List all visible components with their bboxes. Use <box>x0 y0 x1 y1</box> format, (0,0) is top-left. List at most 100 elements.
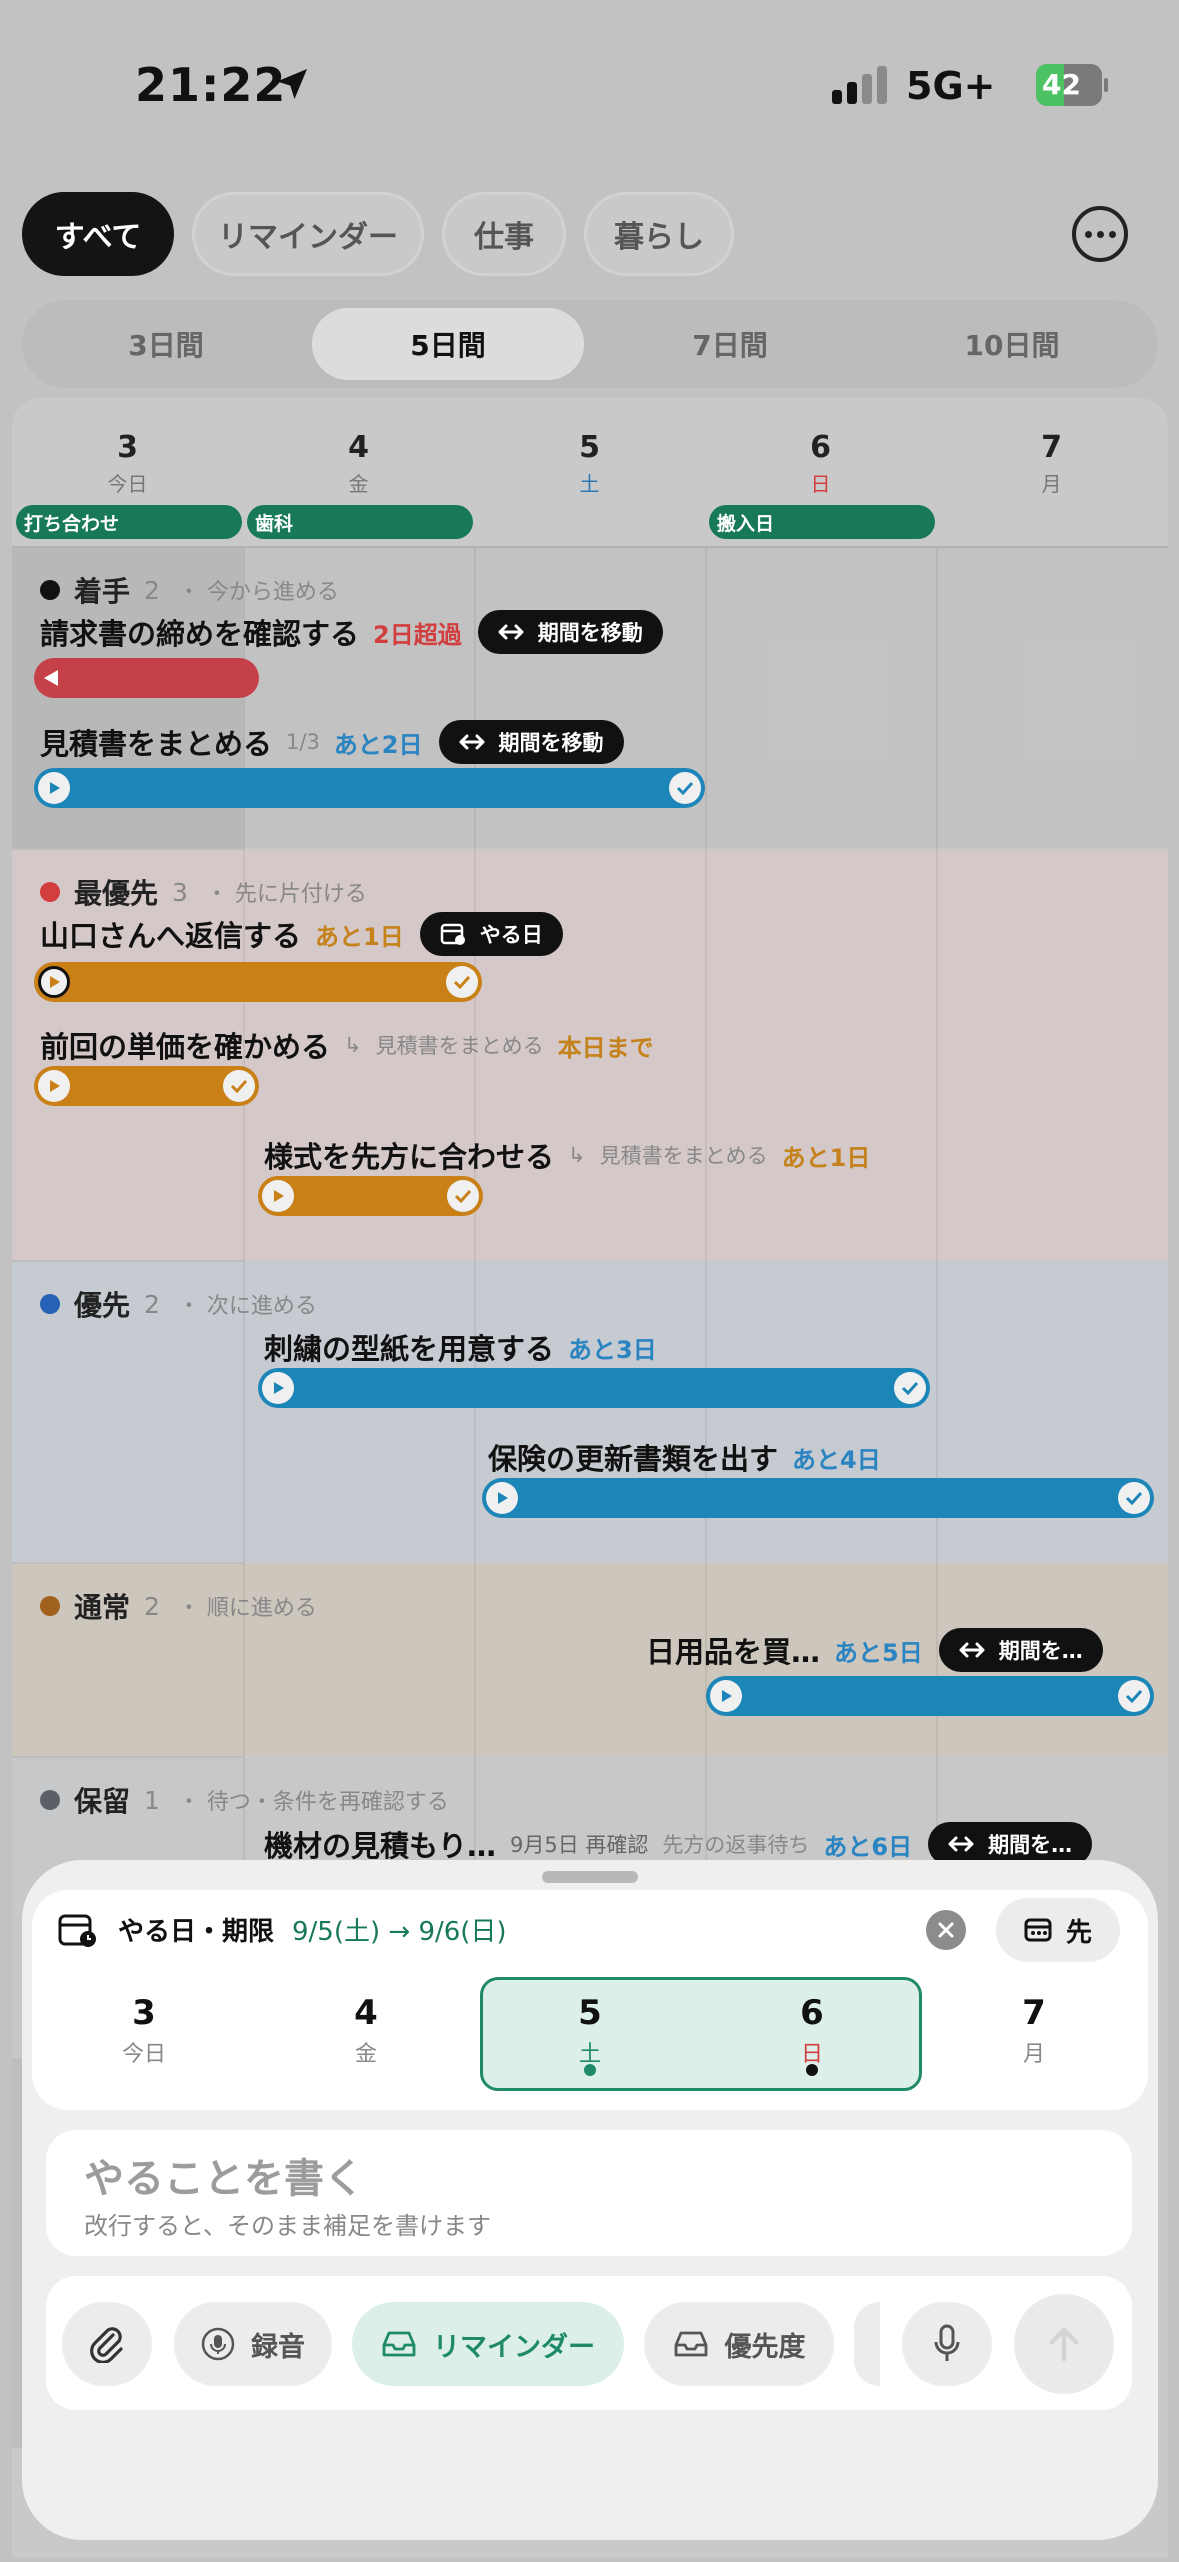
shift-later-button[interactable]: 先 <box>996 1898 1120 1962</box>
task-title: 請求書の締めを確認する <box>40 617 360 651</box>
pill-label: やる日 <box>479 923 543 947</box>
range-7days[interactable]: 7日間 <box>594 308 866 380</box>
task-bar[interactable] <box>258 1176 483 1216</box>
picker-day-num[interactable]: 6 <box>712 1993 912 2033</box>
section-dot <box>40 580 60 600</box>
sheet-handle[interactable] <box>542 1871 638 1883</box>
task-progress: 1/3 <box>286 730 320 754</box>
more-tools-edge[interactable] <box>854 2302 880 2386</box>
task-title: 前回の単価を確かめる <box>40 1030 331 1064</box>
event-chip[interactable]: 打ち合わせ <box>16 505 242 539</box>
section-dot <box>40 1596 60 1616</box>
day-header-num[interactable]: 3 <box>12 430 243 465</box>
subtask-arrow-icon: ↳ <box>344 1033 362 1057</box>
picker-day-num[interactable]: 7 <box>934 1993 1134 2033</box>
task-due: あと6日 <box>823 1832 913 1861</box>
check-icon[interactable] <box>223 1070 255 1102</box>
section-header-horyu: 保留 1 ・ 待つ・条件を再確認する <box>40 1780 449 1820</box>
task-due: あと1日 <box>781 1143 871 1172</box>
priority-label: 優先度 <box>724 2331 806 2363</box>
task-bar[interactable] <box>482 1478 1154 1518</box>
calendar-icon <box>1024 1918 1052 1942</box>
task-bar[interactable] <box>34 962 482 1002</box>
range-3days[interactable]: 3日間 <box>30 308 302 380</box>
range-10days[interactable]: 10日間 <box>876 308 1148 380</box>
swap-arrows-icon <box>959 1642 985 1658</box>
more-icon[interactable] <box>1072 206 1128 262</box>
task-bar[interactable] <box>34 768 705 808</box>
play-icon[interactable] <box>262 1372 294 1404</box>
section-desc: ・ 今から進める <box>177 580 339 605</box>
play-icon[interactable] <box>38 966 70 998</box>
play-icon[interactable] <box>38 1070 70 1102</box>
mic-icon[interactable] <box>902 2302 992 2386</box>
filter-reminder[interactable]: リマインダー <box>192 192 424 276</box>
day-header-num[interactable]: 6 <box>705 430 936 465</box>
day-header-num[interactable]: 4 <box>243 430 474 465</box>
task-bar[interactable] <box>258 1368 930 1408</box>
location-arrow-icon <box>277 69 307 99</box>
task-row[interactable]: 刺繍の型紙を用意する あと3日 <box>264 1326 657 1368</box>
task-row[interactable]: 日用品を買… あと5日 期間を… <box>646 1628 1103 1672</box>
task-note: 9月5日 再確認 <box>510 1833 649 1857</box>
reminder-button[interactable]: リマインダー <box>352 2302 624 2386</box>
check-icon[interactable] <box>894 1372 926 1404</box>
play-icon[interactable] <box>486 1482 518 1514</box>
task-row[interactable]: 保険の更新書類を出す あと4日 <box>488 1436 881 1478</box>
do-date-button[interactable]: やる日 <box>419 912 563 956</box>
filter-all[interactable]: すべて <box>22 192 174 276</box>
check-icon[interactable] <box>1118 1482 1150 1514</box>
section-header-chakushu: 着手 2 ・ 今から進める <box>40 570 339 610</box>
filter-life[interactable]: 暮らし <box>584 192 734 276</box>
event-chip[interactable]: 歯科 <box>247 505 473 539</box>
picker-day-num[interactable]: 4 <box>266 1993 466 2033</box>
record-button[interactable]: 録音 <box>174 2302 332 2386</box>
check-icon[interactable] <box>1118 1680 1150 1712</box>
task-due: あと2日 <box>333 730 423 759</box>
picker-day-sub: 月 <box>1022 2042 1045 2067</box>
section-desc: ・ 先に片付ける <box>205 882 367 907</box>
play-icon[interactable] <box>38 772 70 804</box>
section-count: 1 <box>144 1785 160 1815</box>
parent-task: 見積書をまとめる <box>599 1144 768 1168</box>
paperclip-icon[interactable] <box>62 2302 152 2386</box>
event-chip[interactable]: 搬入日 <box>709 505 935 539</box>
parent-task: 見積書をまとめる <box>375 1034 544 1058</box>
play-icon[interactable] <box>710 1680 742 1712</box>
task-row[interactable]: 山口さんへ返信する あと1日 やる日 <box>40 912 563 956</box>
task-due: 2日超過 <box>373 620 462 649</box>
record-label: 録音 <box>251 2331 305 2363</box>
pill-label: 期間を移動 <box>498 731 604 755</box>
play-icon[interactable] <box>262 1180 294 1212</box>
task-bar[interactable] <box>34 658 259 698</box>
reminder-label: リマインダー <box>433 2331 595 2363</box>
day-header-sub: 日 <box>810 472 831 496</box>
task-row[interactable]: 前回の単価を確かめる ↳ 見積書をまとめる 本日まで <box>40 1024 654 1066</box>
task-row[interactable]: 請求書の締めを確認する 2日超過 期間を移動 <box>40 610 663 654</box>
task-bar[interactable] <box>706 1676 1154 1716</box>
task-bar[interactable] <box>34 1066 259 1106</box>
move-period-button[interactable]: 期間を… <box>938 1628 1103 1672</box>
check-icon[interactable] <box>669 772 701 804</box>
picker-day-num[interactable]: 3 <box>44 1993 244 2033</box>
filter-work[interactable]: 仕事 <box>442 192 566 276</box>
task-title: 機材の見積もり… <box>264 1829 497 1863</box>
section-desc: ・ 待つ・条件を再確認する <box>177 1790 449 1815</box>
move-period-button[interactable]: 期間を移動 <box>438 720 624 764</box>
range-5days[interactable]: 5日間 <box>312 308 584 380</box>
check-icon[interactable] <box>446 966 478 998</box>
day-header-num[interactable]: 7 <box>936 430 1167 465</box>
check-icon[interactable] <box>447 1180 479 1212</box>
send-arrow-icon[interactable] <box>1014 2294 1114 2394</box>
task-row[interactable]: 様式を先方に合わせる ↳ 見積書をまとめる あと1日 <box>264 1134 870 1176</box>
priority-button[interactable]: 優先度 <box>644 2302 834 2386</box>
date-dot <box>806 2064 818 2076</box>
task-row[interactable]: 見積書をまとめる 1/3 あと2日 期間を移動 <box>40 720 624 764</box>
close-icon[interactable] <box>926 1910 966 1950</box>
picker-day-num[interactable]: 5 <box>490 1993 690 2033</box>
calendar-icon <box>440 923 465 945</box>
move-period-button[interactable]: 期間を移動 <box>477 610 663 654</box>
day-header-num[interactable]: 5 <box>474 430 705 465</box>
section-count: 2 <box>144 575 160 605</box>
task-due: あと3日 <box>568 1335 657 1364</box>
